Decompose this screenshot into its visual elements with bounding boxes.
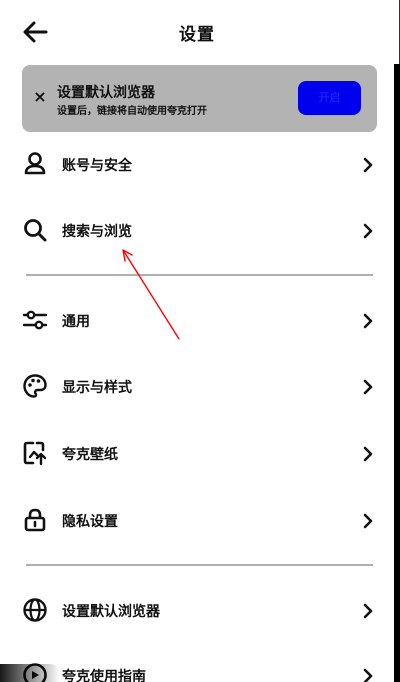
palette-icon (23, 374, 47, 398)
header: 设置 (0, 0, 394, 64)
page-title: 设置 (179, 25, 215, 45)
chevron-right-icon (363, 379, 373, 395)
settings-item-display-style[interactable]: 显示与样式 (0, 359, 394, 415)
chevron-right-icon (363, 603, 373, 619)
chevron-right-icon (363, 513, 373, 529)
enable-button[interactable]: 开启 (298, 81, 361, 115)
settings-item-label: 账号与安全 (62, 158, 132, 174)
settings-screen: 设置 × 设置默认浏览器 设置后，链接将自动使用夸克打开 开启 账号与安全 搜索… (0, 0, 400, 682)
settings-item-account-security[interactable]: 账号与安全 (0, 137, 394, 193)
settings-item-default-browser[interactable]: 设置默认浏览器 (0, 583, 394, 639)
default-browser-banner: × 设置默认浏览器 设置后，链接将自动使用夸克打开 开启 (22, 65, 377, 132)
section-divider (26, 274, 373, 276)
settings-item-label: 通用 (62, 314, 90, 330)
settings-item-label: 搜索与浏览 (62, 224, 132, 240)
wallpaper-icon (23, 441, 47, 466)
section-divider (26, 564, 373, 566)
search-icon (24, 219, 47, 242)
settings-item-search-browse[interactable]: 搜索与浏览 (0, 203, 394, 259)
settings-item-privacy[interactable]: 隐私设置 (0, 493, 394, 549)
settings-item-label: 隐私设置 (62, 514, 118, 530)
settings-item-wallpaper[interactable]: 夸克壁纸 (0, 426, 394, 482)
chevron-right-icon (363, 313, 373, 329)
user-icon (24, 152, 46, 175)
globe-icon (23, 598, 47, 622)
settings-item-general[interactable]: 通用 (0, 293, 394, 349)
chevron-right-icon (363, 446, 373, 462)
chevron-right-icon (363, 668, 373, 682)
settings-item-label: 设置默认浏览器 (62, 604, 160, 620)
scrollbar-edge (394, 64, 400, 682)
settings-item-label: 夸克壁纸 (62, 447, 118, 463)
banner-subtitle: 设置后，链接将自动使用夸克打开 (57, 106, 207, 117)
sliders-icon (22, 310, 48, 330)
lock-icon (24, 508, 46, 532)
chevron-right-icon (363, 157, 373, 173)
settings-item-label: 显示与样式 (62, 380, 132, 396)
close-icon[interactable]: × (30, 87, 50, 107)
chevron-right-icon (363, 223, 373, 239)
banner-title: 设置默认浏览器 (57, 85, 155, 101)
settings-item-label: 夸克使用指南 (62, 669, 146, 682)
bottom-edge-shadow (0, 664, 60, 682)
